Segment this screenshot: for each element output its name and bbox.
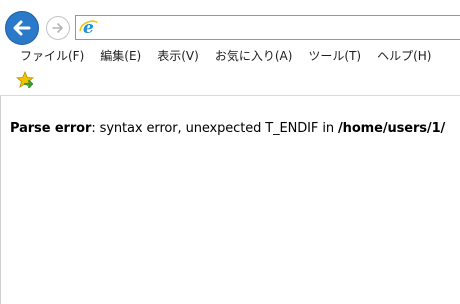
browser-chrome: e ファイル(F) 編集(E) 表示(V) お気に入り(A) ツール(T) ヘル…	[0, 0, 460, 95]
menu-tools[interactable]: ツール(T)	[300, 45, 369, 67]
forward-button[interactable]	[46, 16, 70, 40]
ie-logo-icon: e	[79, 18, 98, 37]
add-favorites-icon[interactable]	[16, 71, 36, 91]
error-message: syntax error, unexpected T_ENDIF in	[95, 121, 339, 136]
menu-favorites[interactable]: お気に入り(A)	[207, 45, 301, 67]
error-label: Parse error	[10, 121, 92, 136]
menu-help[interactable]: ヘルプ(H)	[369, 45, 439, 67]
window-left-border	[0, 96, 1, 304]
error-path: /home/users/1/	[338, 121, 446, 136]
page-content: Parse error: syntax error, unexpected T_…	[10, 121, 460, 136]
menu-edit[interactable]: 編集(E)	[92, 45, 149, 67]
back-arrow-icon	[13, 20, 31, 36]
menu-bar: ファイル(F) 編集(E) 表示(V) お気に入り(A) ツール(T) ヘルプ(…	[0, 45, 460, 67]
forward-arrow-icon	[52, 23, 63, 33]
favorites-bar	[0, 69, 460, 93]
address-bar[interactable]: e	[75, 15, 460, 40]
back-button[interactable]	[5, 11, 39, 45]
menu-view[interactable]: 表示(V)	[149, 45, 207, 67]
chrome-divider	[0, 95, 460, 96]
menu-file[interactable]: ファイル(F)	[0, 45, 92, 67]
